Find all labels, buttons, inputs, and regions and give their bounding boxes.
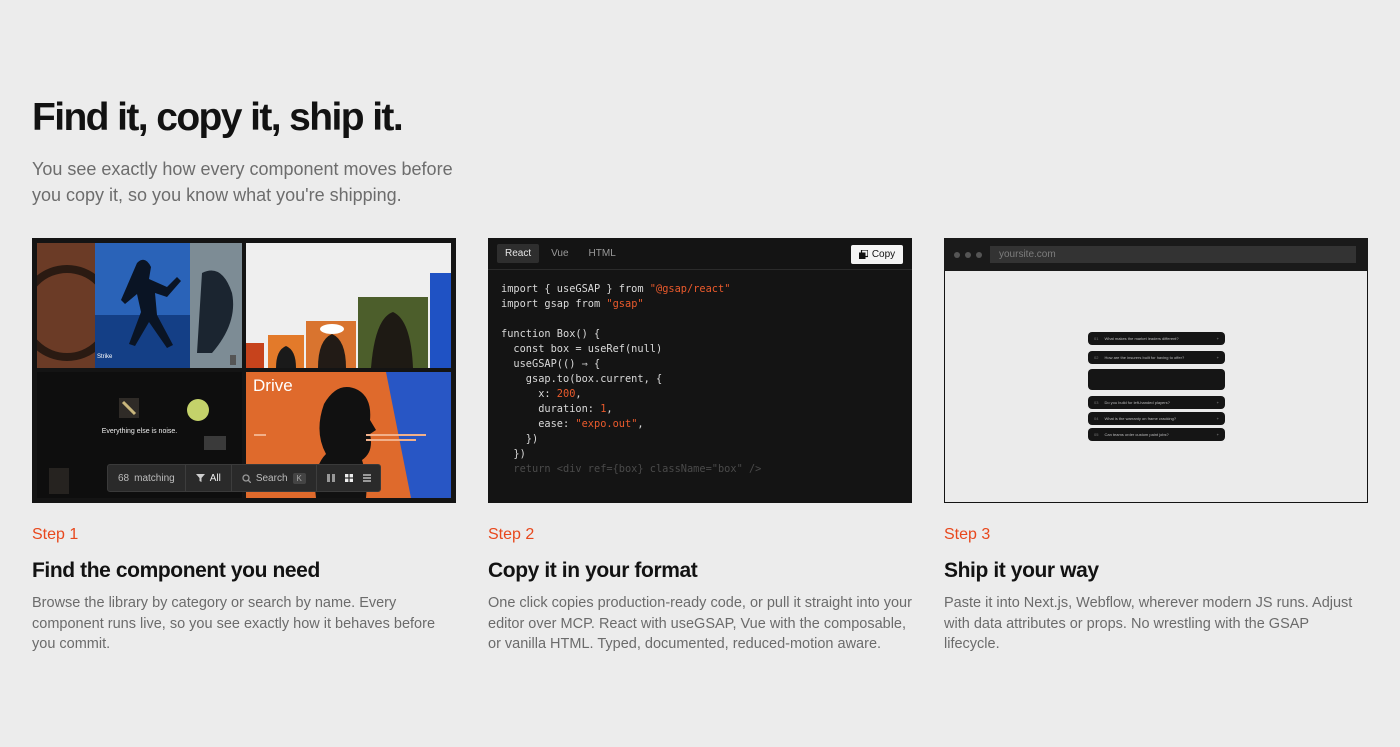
filter-button[interactable]: All bbox=[186, 465, 232, 491]
site-viewport: 01 What makes the market leaders differen… bbox=[945, 271, 1367, 502]
step-3: Step 3 Ship it your way Paste it into Ne… bbox=[944, 525, 1368, 655]
format-tabs: React Vue HTML bbox=[488, 238, 912, 270]
library-toolbar: 68 matching All Search K bbox=[107, 464, 381, 492]
search-field[interactable]: Search K bbox=[232, 465, 317, 491]
columns-view-icon[interactable] bbox=[326, 474, 335, 482]
library-preview-card: Strike Everything else is noise. Drive 6… bbox=[32, 238, 456, 503]
grid-view-icon[interactable] bbox=[344, 474, 353, 482]
step-body: One click copies production-ready code, … bbox=[488, 595, 912, 652]
hero: Find it, copy it, ship it. You see exact… bbox=[32, 96, 552, 208]
faq-item[interactable]: 03 Do you build for left-handed players? + bbox=[1088, 396, 1225, 409]
search-shortcut: K bbox=[292, 472, 306, 484]
list-view-icon[interactable] bbox=[362, 474, 371, 482]
step-1: Step 1 Find the component you need Brows… bbox=[32, 525, 456, 655]
faq-item[interactable]: 01 What makes the market leaders differen… bbox=[1088, 332, 1225, 345]
step-body: Paste it into Next.js, Webflow, wherever… bbox=[944, 595, 1353, 652]
faq-item[interactable]: 02 How are the insurers built for having … bbox=[1088, 351, 1225, 364]
match-count: 68 matching bbox=[108, 465, 186, 491]
window-dot-icon bbox=[954, 251, 960, 258]
match-count-label: matching bbox=[134, 472, 175, 484]
tile-strike-label: Strike bbox=[97, 354, 113, 360]
copy-label: Copy bbox=[871, 249, 896, 260]
faq-item[interactable]: 05 Can teams order custom paint jobs? + bbox=[1088, 428, 1225, 441]
portraits-artwork bbox=[246, 273, 451, 368]
hero-subtitle: You see exactly how every component move… bbox=[32, 159, 453, 205]
step-label: Step 3 bbox=[944, 526, 991, 543]
code-block: import { useGSAP } from "@gsap/react" im… bbox=[501, 283, 762, 475]
tile-drive-label: Drive bbox=[253, 376, 293, 395]
hero-title: Find it, copy it, ship it. bbox=[32, 96, 404, 139]
filter-label: All bbox=[209, 472, 221, 484]
filter-icon bbox=[195, 474, 205, 482]
step-body: Browse the library by category or search… bbox=[32, 595, 436, 652]
tab-react[interactable]: React bbox=[497, 244, 540, 263]
code-preview-card: React Vue HTML Copy import { useGSAP } f… bbox=[488, 238, 912, 503]
address-bar[interactable]: yoursite.com bbox=[990, 246, 1356, 263]
faq-item-expanded[interactable] bbox=[1088, 369, 1225, 390]
tile-strike[interactable]: Strike bbox=[37, 243, 242, 368]
search-icon bbox=[242, 473, 251, 483]
match-count-number: 68 bbox=[118, 472, 130, 484]
step-2: Step 2 Copy it in your format One click … bbox=[488, 525, 912, 655]
tab-html[interactable]: HTML bbox=[581, 244, 624, 263]
step-title: Ship it your way bbox=[944, 559, 1099, 582]
copy-button[interactable]: Copy bbox=[851, 245, 903, 264]
window-dot-icon bbox=[976, 251, 982, 258]
step-title: Find the component you need bbox=[32, 559, 320, 582]
view-toggle bbox=[317, 465, 381, 491]
site-preview-card: yoursite.com 01 What makes the market lea… bbox=[944, 238, 1368, 503]
search-placeholder: Search bbox=[255, 472, 288, 484]
step-title: Copy it in your format bbox=[488, 559, 698, 582]
browser-chrome: yoursite.com bbox=[944, 238, 1368, 271]
strike-artwork bbox=[37, 243, 242, 368]
tab-vue[interactable]: Vue bbox=[543, 244, 576, 263]
tile-portraits[interactable] bbox=[246, 243, 451, 368]
tile-noise-tagline: Everything else is noise. bbox=[101, 428, 178, 435]
step-label: Step 1 bbox=[32, 526, 79, 543]
copy-icon bbox=[858, 250, 868, 259]
window-dot-icon bbox=[965, 251, 971, 258]
step-label: Step 2 bbox=[488, 526, 535, 543]
faq-item[interactable]: 04 What is the warranty on frame cracking… bbox=[1088, 412, 1225, 425]
